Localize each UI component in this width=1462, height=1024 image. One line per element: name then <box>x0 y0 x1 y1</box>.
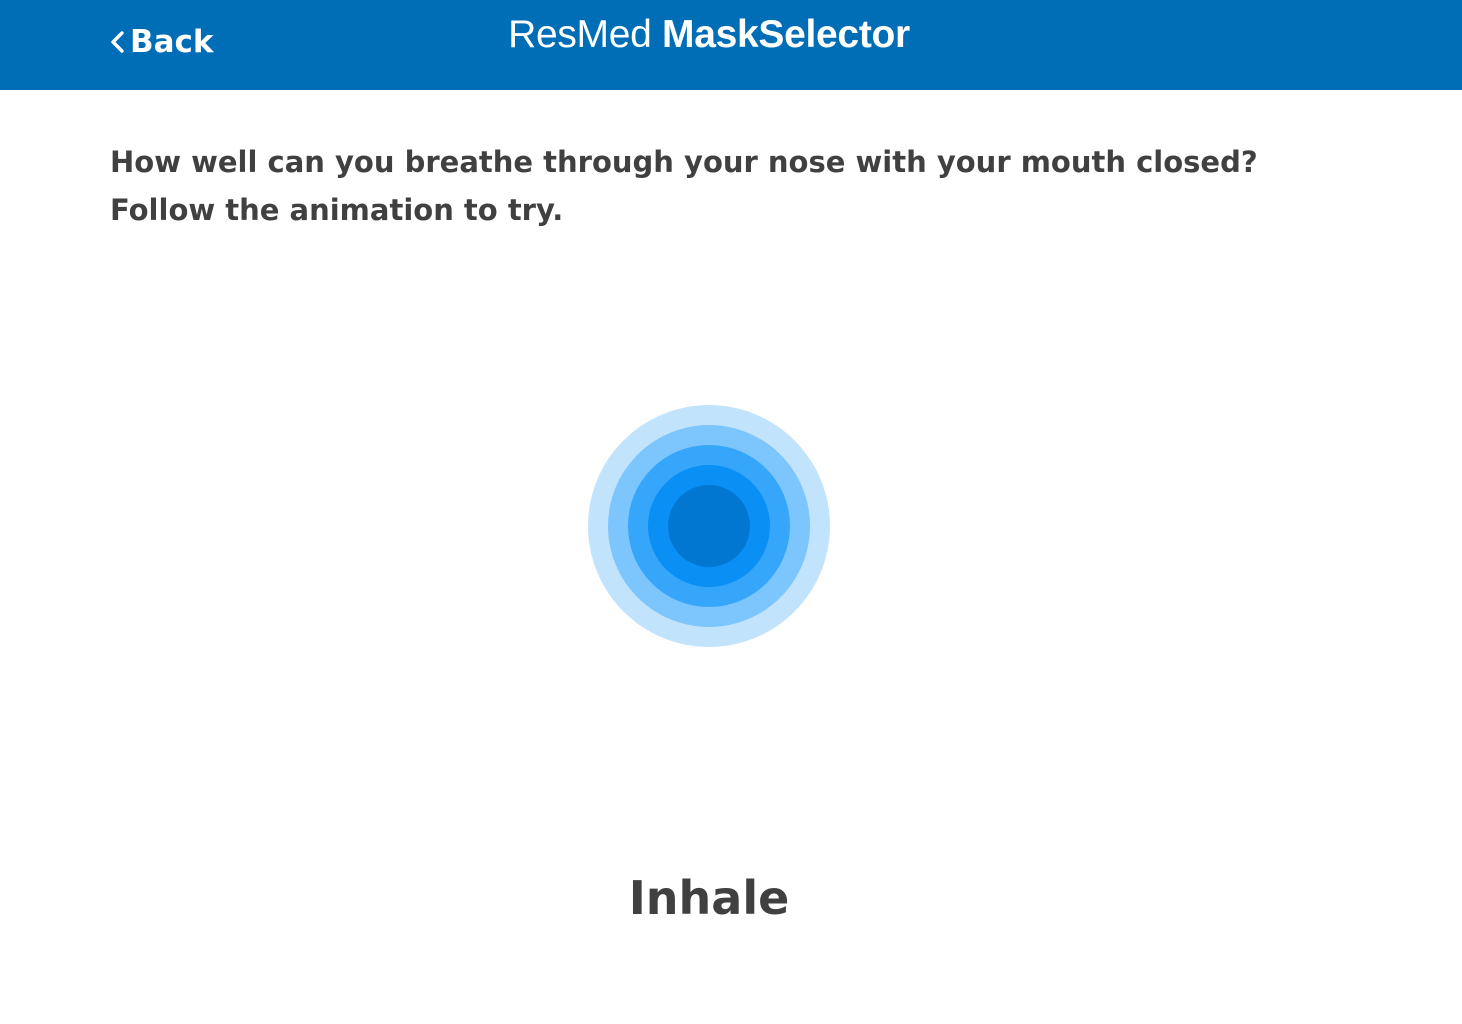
app-header: Back ResMed MaskSelector <box>0 0 1462 90</box>
breathing-state-label: Inhale <box>628 871 790 925</box>
app-logo: ResMed MaskSelector <box>0 12 1418 58</box>
breathing-animation <box>588 405 830 647</box>
question-text: How well can you breathe through your no… <box>110 145 1258 227</box>
breath-ring-core <box>668 485 750 567</box>
brand-name-bold: MaskSelector <box>662 13 910 56</box>
brand-name-light: ResMed <box>508 13 663 56</box>
